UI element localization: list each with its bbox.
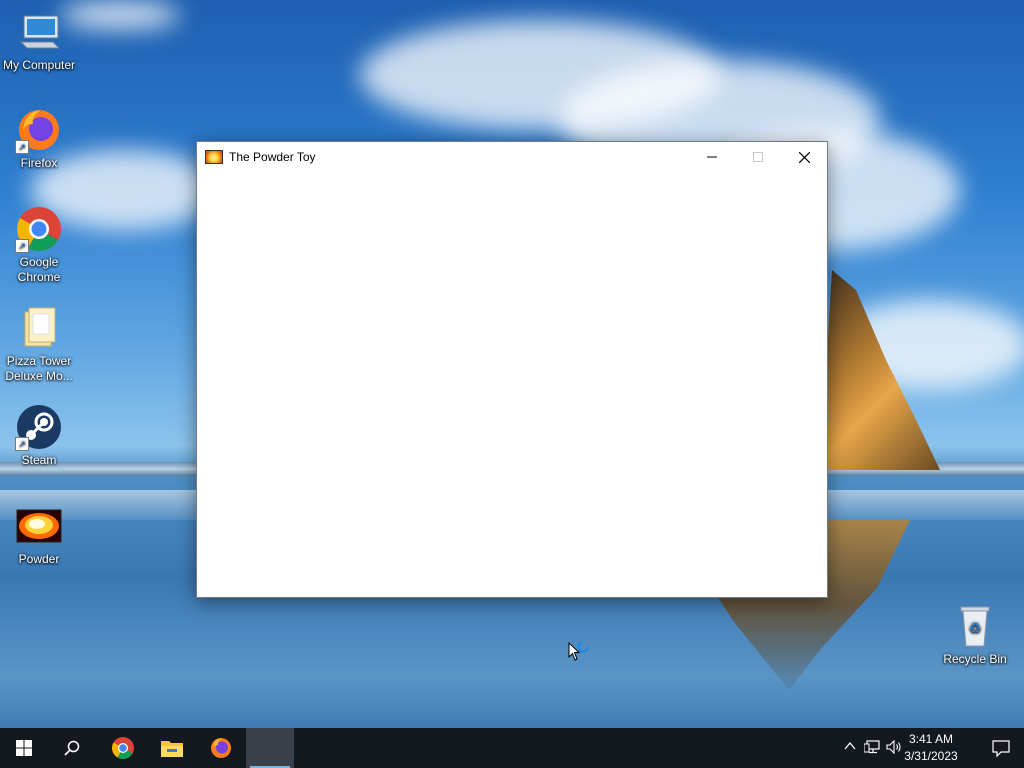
desktop-icon-chrome[interactable]: ↗ Google Chrome [1, 205, 77, 285]
maximize-icon [753, 152, 763, 162]
desktop-icon-label: Powder [18, 552, 60, 566]
desktop-icon-steam[interactable]: ↗ Steam [1, 403, 77, 468]
desktop-icon-label: Recycle Bin [943, 652, 1007, 666]
taskbar-file-explorer[interactable] [148, 728, 196, 768]
desktop-icon-firefox[interactable]: ↗ Firefox [1, 106, 77, 171]
shortcut-arrow-icon: ↗ [15, 239, 29, 253]
firefox-icon [211, 738, 231, 758]
desktop-icon-label: Steam [21, 453, 57, 467]
start-button[interactable] [0, 728, 48, 768]
taskbar-clock[interactable]: 3:41 AM 3/31/2023 [896, 731, 966, 765]
computer-icon [15, 8, 63, 56]
show-hidden-icons-button[interactable] [844, 740, 856, 755]
network-button[interactable] [863, 740, 880, 757]
powder-icon [15, 502, 63, 550]
recycle-bin-icon: ♻ [951, 602, 999, 650]
network-icon [863, 740, 880, 754]
close-icon [798, 151, 810, 163]
clock-time: 3:41 AM [908, 732, 954, 746]
chrome-icon: ↗ [15, 205, 63, 253]
desktop-icon-pizza-tower-folder[interactable]: Pizza Tower Deluxe Mo... [1, 304, 77, 384]
clock-date: 3/31/2023 [904, 749, 958, 763]
window-title: The Powder Toy [229, 150, 316, 164]
folder-icon [15, 304, 63, 352]
minimize-icon [707, 156, 717, 158]
svg-text:♻: ♻ [969, 621, 982, 637]
taskbar-firefox[interactable] [197, 728, 245, 768]
close-button[interactable] [781, 142, 827, 172]
notification-icon [992, 740, 1010, 758]
shortcut-arrow-icon: ↗ [15, 140, 29, 154]
maximize-button[interactable] [735, 142, 781, 172]
window-content-area[interactable] [197, 172, 827, 597]
file-explorer-icon [161, 741, 183, 757]
desktop-icon-powder[interactable]: Powder [1, 502, 77, 567]
chrome-icon [112, 737, 134, 759]
desktop-icon-label: Google Chrome [17, 255, 61, 284]
desktop-icon-my-computer[interactable]: My Computer [1, 8, 77, 73]
window-titlebar[interactable]: The Powder Toy [197, 142, 827, 172]
desktop-icon-label: My Computer [2, 58, 76, 72]
steam-icon: ↗ [15, 403, 63, 451]
start-icon [16, 740, 32, 756]
minimize-button[interactable] [689, 142, 735, 172]
firefox-icon: ↗ [15, 106, 63, 154]
powder-toy-window[interactable]: The Powder Toy [196, 141, 828, 598]
powder-toy-app-icon [205, 150, 223, 164]
shortcut-arrow-icon: ↗ [15, 437, 29, 451]
desktop-icon-recycle-bin[interactable]: ♻ Recycle Bin [937, 602, 1013, 667]
chevron-up-icon [844, 741, 856, 750]
desktop-icon-label: Pizza Tower Deluxe Mo... [5, 354, 73, 383]
search-button[interactable] [48, 728, 96, 768]
busy-cursor-icon [568, 641, 594, 667]
taskbar-chrome[interactable] [99, 728, 147, 768]
taskbar: 3:41 AM 3/31/2023 [0, 728, 1024, 768]
search-icon [64, 740, 80, 756]
action-center-button[interactable] [992, 739, 1010, 760]
desktop-icon-label: Firefox [20, 156, 58, 170]
taskbar-powder-toy[interactable] [246, 728, 294, 768]
